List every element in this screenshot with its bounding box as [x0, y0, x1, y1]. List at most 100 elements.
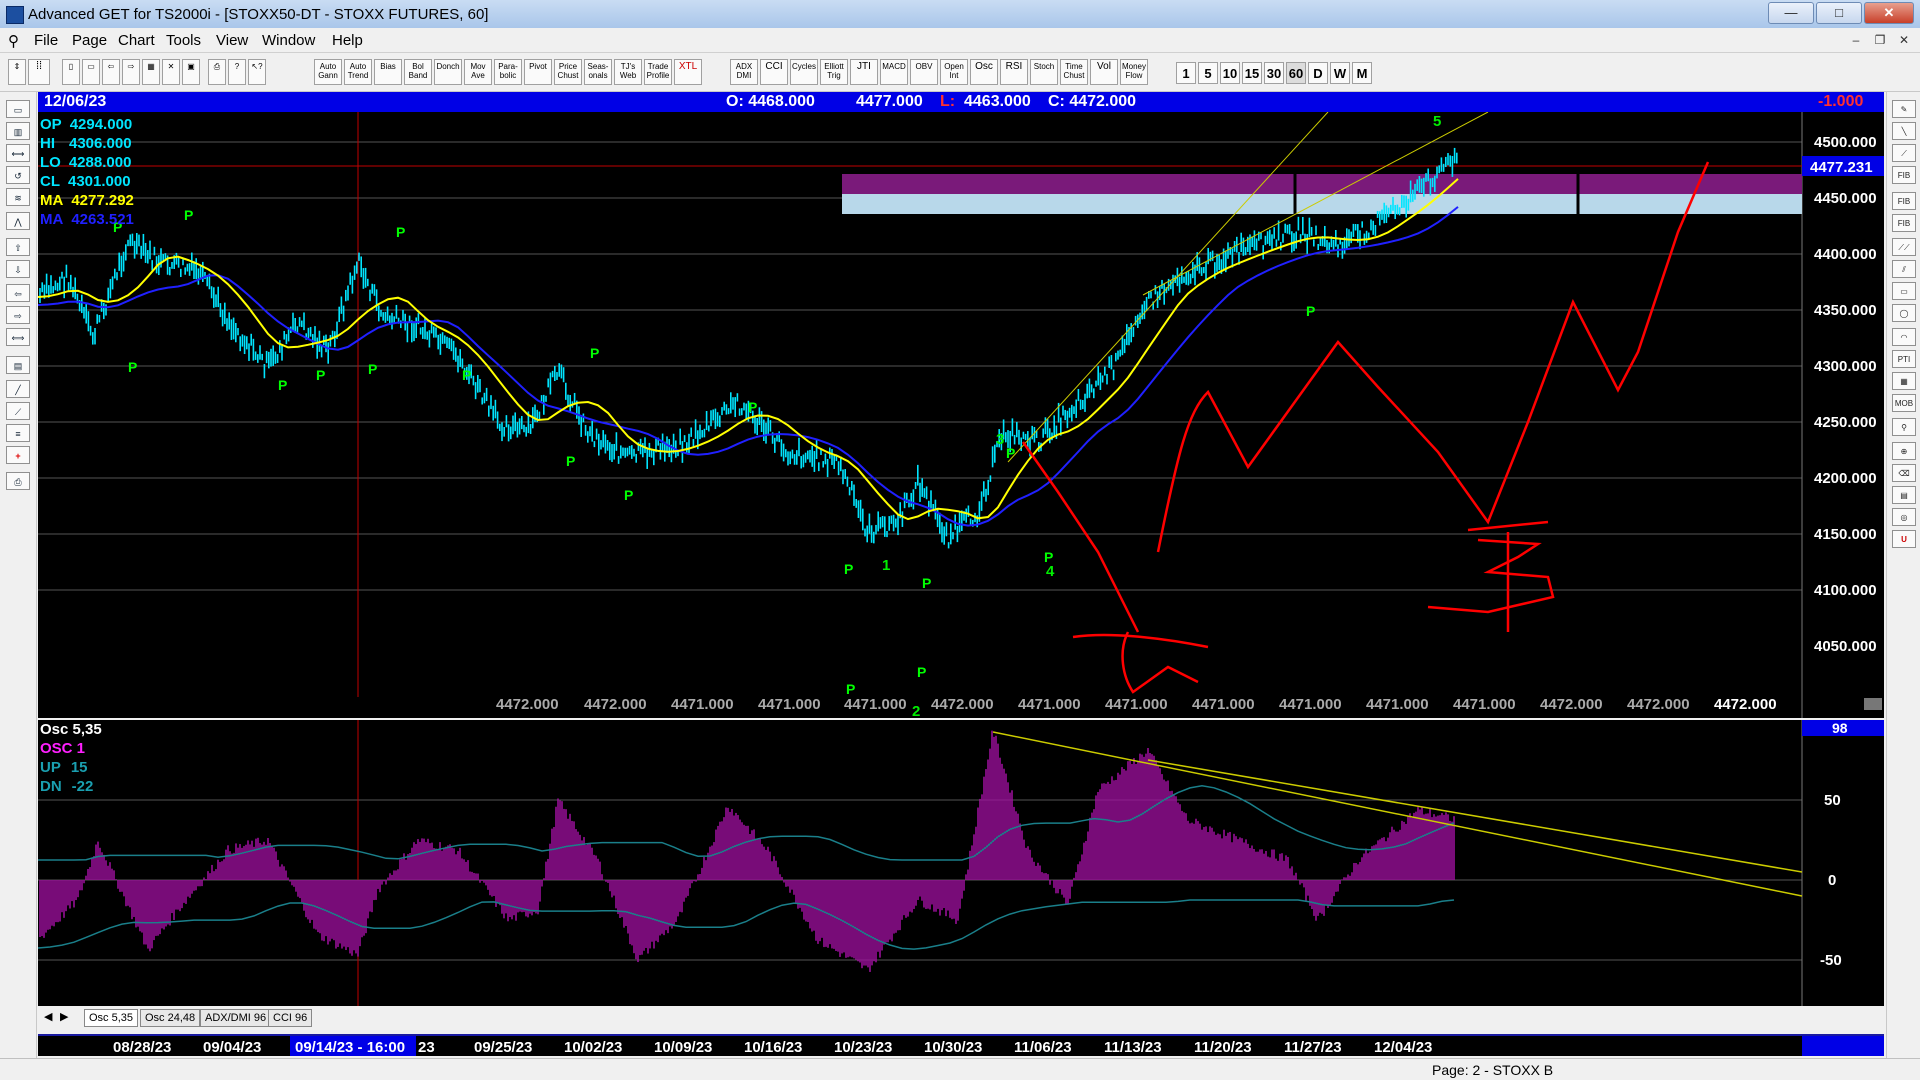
jti-button[interactable]: JTI: [850, 59, 878, 85]
fib-ext-icon[interactable]: FIB: [1892, 192, 1916, 210]
fan-icon[interactable]: ⟋⟋: [1892, 238, 1916, 256]
tab-osc-24-48[interactable]: Osc 24,48: [140, 1009, 201, 1027]
arc-icon[interactable]: ◠: [1892, 328, 1916, 346]
pointer-icon[interactable]: ⇕: [8, 59, 26, 85]
bias-button[interactable]: Bias: [374, 59, 402, 85]
delete-icon[interactable]: ✕: [162, 59, 180, 85]
cycles-button[interactable]: Cycles: [790, 59, 818, 85]
help-icon[interactable]: ?: [228, 59, 246, 85]
table-icon[interactable]: ▦: [1892, 372, 1916, 390]
tab-osc-5-35[interactable]: Osc 5,35: [84, 1009, 139, 1027]
auto-gann-button[interactable]: Auto Gann: [314, 59, 342, 85]
adx-dmi-button[interactable]: ADX DMI: [730, 59, 758, 85]
crosshair-icon[interactable]: +: [6, 446, 30, 464]
money-flow-button[interactable]: Money Flow: [1120, 59, 1148, 85]
back-icon[interactable]: ⇦: [102, 59, 120, 85]
zoom-icon[interactable]: ⊕: [1892, 442, 1916, 460]
elliott-trig-button[interactable]: Elliott Trig: [820, 59, 848, 85]
menu-tools[interactable]: Tools: [166, 32, 201, 49]
line-tool-icon[interactable]: ╲: [1892, 122, 1916, 140]
open-int-button[interactable]: Open Int: [940, 59, 968, 85]
bol-band-button[interactable]: Bol Band: [404, 59, 432, 85]
oscillator-panel[interactable]: Osc 5,35 OSC 1 UP 15 DN -22 98 50 0 -50: [37, 720, 1884, 1006]
obv-button[interactable]: OBV: [910, 59, 938, 85]
lines-icon[interactable]: ╱: [6, 380, 30, 398]
copy-icon[interactable]: ▣: [182, 59, 200, 85]
print-page-icon[interactable]: ⎙: [6, 472, 30, 490]
arrow-down-icon[interactable]: ⇩: [6, 260, 30, 278]
trendline-icon[interactable]: ⟋: [1892, 144, 1916, 162]
timeframe-w-button[interactable]: W: [1330, 62, 1350, 84]
tab-adx-dmi-96[interactable]: ADX/DMI 96: [200, 1009, 272, 1027]
seasonals-button[interactable]: Seas- onals: [584, 59, 612, 85]
auto-trend-button[interactable]: Auto Trend: [344, 59, 372, 85]
timeframe-m-button[interactable]: M: [1352, 62, 1372, 84]
stoch-button[interactable]: Stoch: [1030, 59, 1058, 85]
dots-icon[interactable]: ⁞⁞: [28, 59, 50, 85]
menu-file[interactable]: File: [34, 32, 58, 49]
pti-icon[interactable]: PTI: [1892, 350, 1916, 368]
cci-button[interactable]: CCI: [760, 59, 788, 85]
menu-chart[interactable]: Chart: [118, 32, 155, 49]
mov-ave-button[interactable]: Mov Ave: [464, 59, 492, 85]
print-icon[interactable]: ⎙: [208, 59, 226, 85]
arrow-left-icon[interactable]: ⇦: [6, 284, 30, 302]
time-chust-button[interactable]: Time Chust: [1060, 59, 1088, 85]
box-icon[interactable]: ▭: [1892, 282, 1916, 300]
pivot-button[interactable]: Pivot: [524, 59, 552, 85]
elliott-icon[interactable]: ⋀: [6, 212, 30, 230]
magnet-icon[interactable]: U: [1892, 530, 1916, 548]
open-folder-icon[interactable]: ▭: [6, 100, 30, 118]
eraser-icon[interactable]: ⌫: [1892, 464, 1916, 482]
rsi-button[interactable]: RSI: [1000, 59, 1028, 85]
open-page-icon[interactable]: ▭: [82, 59, 100, 85]
timeframe-1-button[interactable]: 1: [1176, 62, 1196, 84]
fib-ret-icon[interactable]: FIB: [1892, 166, 1916, 184]
mdi-close-button[interactable]: ✕: [1894, 31, 1914, 49]
mob-icon[interactable]: MOB: [1892, 394, 1916, 412]
timeframe-d-button[interactable]: D: [1308, 62, 1328, 84]
price-chust-button[interactable]: Price Chust: [554, 59, 582, 85]
new-page-icon[interactable]: ▯: [62, 59, 80, 85]
fib-circle-icon[interactable]: ◎: [1892, 508, 1916, 526]
maximize-button[interactable]: □: [1816, 2, 1862, 24]
price-chart-panel[interactable]: PPPPPPPPPPPPPPPPPPP 5 3 4 1 2 OP 4294.000…: [37, 111, 1884, 720]
fib-time-icon[interactable]: FIB: [1892, 214, 1916, 232]
menu-help[interactable]: Help: [332, 32, 363, 49]
forward-icon[interactable]: ⇨: [122, 59, 140, 85]
osc-button[interactable]: Osc: [970, 59, 998, 85]
grid-icon[interactable]: ▦: [142, 59, 160, 85]
timeframe-5-button[interactable]: 5: [1198, 62, 1218, 84]
menu-window[interactable]: Window: [262, 32, 315, 49]
donch-button[interactable]: Donch: [434, 59, 462, 85]
tab-cci-96[interactable]: CCI 96: [268, 1009, 313, 1027]
fib-icon[interactable]: ≡: [6, 424, 30, 442]
minimize-button[interactable]: —: [1768, 2, 1814, 24]
trade-profile-button[interactable]: Trade Profile: [644, 59, 672, 85]
pencil-icon[interactable]: ✎: [1892, 100, 1916, 118]
tab-scroll-right-icon[interactable]: ▶: [56, 1009, 72, 1025]
scale-icon[interactable]: [1864, 698, 1882, 710]
study-icon[interactable]: ≋: [6, 188, 30, 206]
magnify-icon[interactable]: ⚲: [1892, 418, 1916, 436]
close-button[interactable]: ✕: [1864, 2, 1914, 24]
mdi-minimize-button[interactable]: –: [1846, 31, 1866, 49]
arrow-right-icon[interactable]: ⇨: [6, 306, 30, 324]
timeframe-30-button[interactable]: 30: [1264, 62, 1284, 84]
mdi-restore-button[interactable]: ❐: [1870, 31, 1890, 49]
timeframe-15-button[interactable]: 15: [1242, 62, 1262, 84]
ellipse-icon[interactable]: ◯: [1892, 304, 1916, 322]
bars-icon[interactable]: ▥: [6, 122, 30, 140]
gann-icon[interactable]: ⟋: [6, 402, 30, 420]
ruler-icon[interactable]: ⟷: [6, 144, 30, 162]
vol-button[interactable]: Vol: [1090, 59, 1118, 85]
chart-menu-icon[interactable]: ⚲: [8, 32, 19, 50]
calc-icon[interactable]: ▤: [1892, 486, 1916, 504]
macd-button[interactable]: MACD: [880, 59, 908, 85]
grid-toggle-icon[interactable]: ▤: [6, 356, 30, 374]
channel-icon[interactable]: ⫽: [1892, 260, 1916, 278]
expand-icon[interactable]: ⟺: [6, 328, 30, 346]
reset-icon[interactable]: ↺: [6, 166, 30, 184]
xtl-button[interactable]: XTL: [674, 59, 702, 85]
tab-scroll-left-icon[interactable]: ◀: [40, 1009, 56, 1025]
